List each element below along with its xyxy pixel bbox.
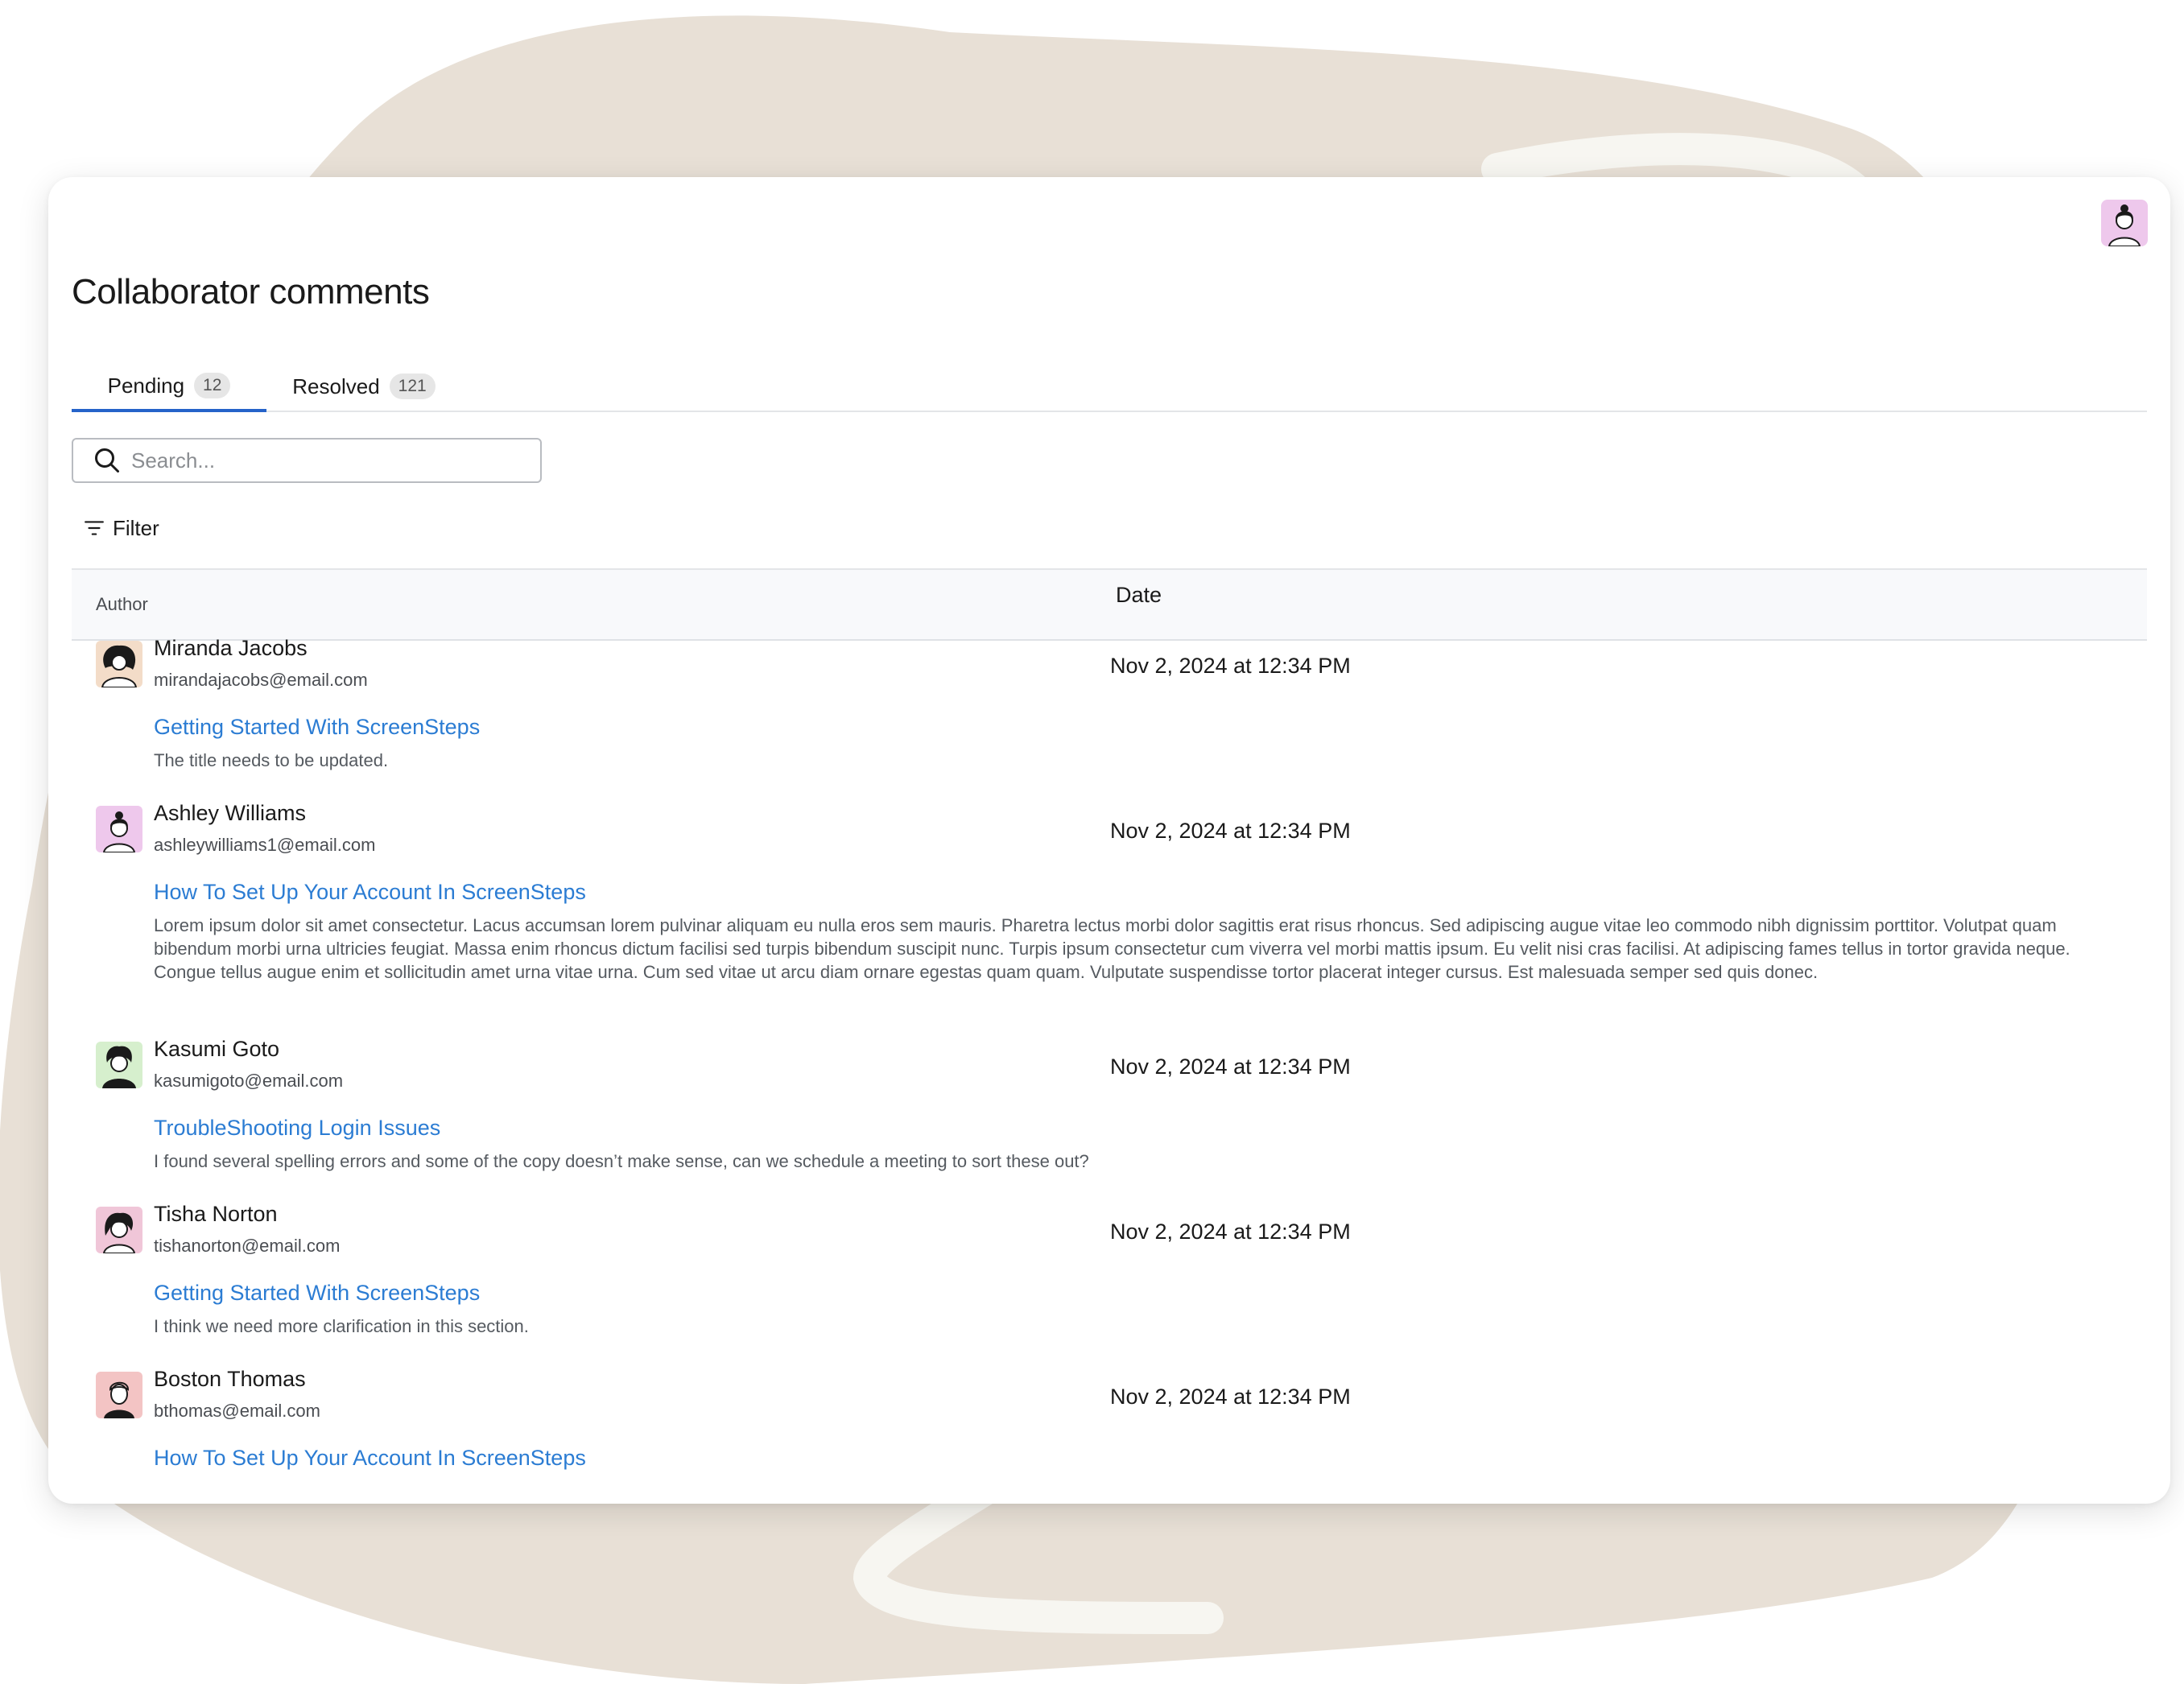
column-header-author[interactable]: Author [96,594,148,615]
comment-text: I think we need more clarification in th… [154,1316,529,1336]
document-link[interactable]: TroubleShooting Login Issues [154,1116,440,1141]
comment-date: Nov 2, 2024 at 12:34 PM [1110,1385,1351,1409]
author-avatar [96,1207,142,1253]
tab-pending-label: Pending [107,373,185,398]
avatar-icon [96,1372,142,1418]
tab-pending-count: 12 [194,373,231,398]
author-avatar [96,806,142,852]
document-link[interactable]: Getting Started With ScreenSteps [154,715,480,740]
author-email: bthomas@email.com [154,1401,320,1421]
comment-date: Nov 2, 2024 at 12:34 PM [1110,819,1351,843]
search-input[interactable] [130,447,540,474]
avatar-icon [96,806,142,852]
column-header-date[interactable]: Date [1116,583,1162,608]
tab-pending[interactable]: Pending 12 [72,362,266,412]
avatar-icon [96,1042,142,1088]
comment-date: Nov 2, 2024 at 12:34 PM [1110,654,1351,678]
author-email: tishanorton@email.com [154,1236,341,1256]
author-name: Miranda Jacobs [154,636,308,660]
tab-resolved-count: 121 [389,374,436,399]
author-email: mirandajacobs@email.com [154,670,368,690]
document-link[interactable]: How To Set Up Your Account In ScreenStep… [154,1446,586,1471]
tab-resolved-label: Resolved [292,374,380,398]
avatar-icon [96,641,142,687]
document-link[interactable]: How To Set Up Your Account In ScreenStep… [154,880,586,905]
comment-date: Nov 2, 2024 at 12:34 PM [1110,1055,1351,1079]
author-email: ashleywilliams1@email.com [154,835,376,855]
tab-bar: Pending 12 Resolved 121 [72,362,2147,412]
comment-date: Nov 2, 2024 at 12:34 PM [1110,1220,1351,1244]
avatar-icon [96,1207,142,1253]
author-name: Tisha Norton [154,1202,278,1226]
current-user-avatar[interactable] [2101,200,2148,246]
document-link[interactable]: Getting Started With ScreenSteps [154,1281,480,1306]
search-icon [95,448,119,473]
user-avatar-icon [2101,200,2148,246]
comment-text: The title needs to be updated. [154,750,389,770]
page-title: Collaborator comments [72,272,430,312]
search-box[interactable] [72,438,542,483]
author-name: Boston Thomas [154,1367,306,1391]
tab-resolved[interactable]: Resolved 121 [279,362,448,411]
comments-card: Collaborator comments Pending 12 Resolve… [48,177,2170,1504]
filter-button[interactable]: Filter [84,512,159,544]
comment-text: Lorem ipsum dolor sit amet consectetur. … [154,915,2070,982]
author-avatar [96,1372,142,1418]
author-name: Kasumi Goto [154,1037,280,1061]
comment-text: I found several spelling errors and some… [154,1151,1089,1171]
filter-icon [85,521,104,535]
author-avatar [96,641,142,687]
author-email: kasumigoto@email.com [154,1071,344,1091]
author-name: Ashley Williams [154,801,307,825]
author-avatar [96,1042,142,1088]
filter-label: Filter [113,515,159,540]
table-header: Author Date [72,568,2147,641]
